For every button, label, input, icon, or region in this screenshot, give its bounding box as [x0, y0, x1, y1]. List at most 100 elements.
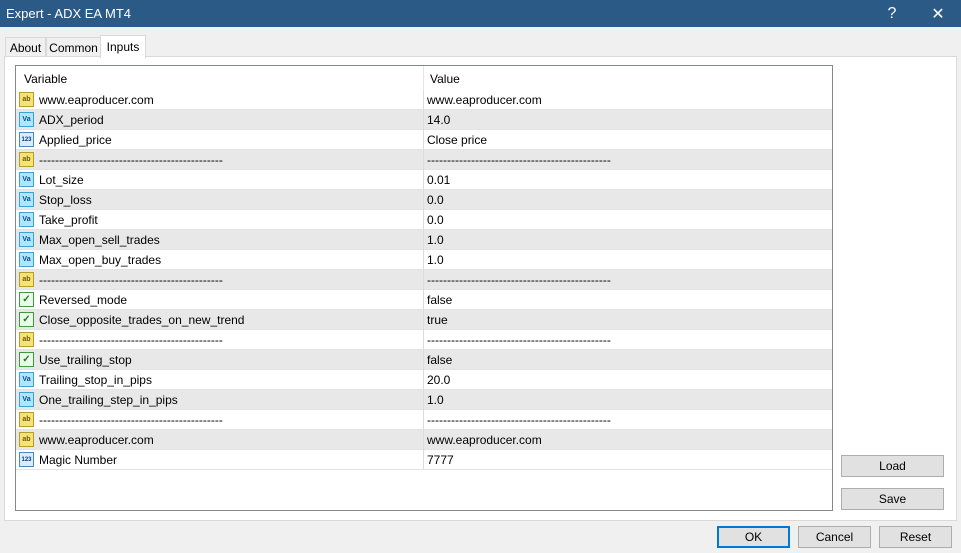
column-divider [423, 230, 424, 250]
value-cell[interactable]: 14.0 [427, 113, 450, 127]
table-row[interactable]: Va Stop_loss 0.0 [16, 190, 832, 210]
variable-cell: Trailing_stop_in_pips [39, 373, 152, 387]
table-row[interactable]: ab --------------------------------------… [16, 410, 832, 430]
string-type-icon: ab [19, 412, 34, 427]
tab-inputs-label: Inputs [106, 40, 140, 54]
cancel-button-label: Cancel [815, 530, 854, 544]
tab-common[interactable]: Common [46, 37, 101, 57]
table-row[interactable]: ab --------------------------------------… [16, 330, 832, 350]
header-value[interactable]: Value [430, 72, 460, 86]
value-cell[interactable]: ----------------------------------------… [427, 333, 611, 347]
reset-button[interactable]: Reset [879, 526, 952, 548]
enum-type-icon: 123 [19, 132, 34, 147]
column-divider [423, 250, 424, 270]
column-divider [423, 450, 424, 470]
table-row[interactable]: 123 Magic Number 7777 [16, 450, 832, 470]
tab-about[interactable]: About [5, 37, 46, 57]
table-row[interactable]: Va Take_profit 0.0 [16, 210, 832, 230]
value-cell[interactable]: ----------------------------------------… [427, 153, 611, 167]
variable-cell: Max_open_sell_trades [39, 233, 160, 247]
ok-button-label: OK [744, 530, 763, 544]
column-divider [423, 390, 424, 410]
table-row[interactable]: Va One_trailing_step_in_pips 1.0 [16, 390, 832, 410]
value-cell[interactable]: 20.0 [427, 373, 450, 387]
value-cell[interactable]: 0.0 [427, 193, 444, 207]
table-header: Variable Value [16, 66, 832, 90]
variable-cell: Lot_size [39, 173, 84, 187]
value-cell[interactable]: 0.0 [427, 213, 444, 227]
table-row[interactable]: 123 Applied_price Close price [16, 130, 832, 150]
help-button[interactable]: ? [872, 0, 912, 27]
enum-type-icon: 123 [19, 452, 34, 467]
variable-cell: ----------------------------------------… [39, 413, 223, 427]
value-cell[interactable]: ----------------------------------------… [427, 273, 611, 287]
inputs-table[interactable]: Variable Value ab www.eaproducer.com www.e… [15, 65, 833, 511]
table-row[interactable]: ✓ Use_trailing_stop false [16, 350, 832, 370]
table-row[interactable]: ab --------------------------------------… [16, 270, 832, 290]
load-button-label: Load [879, 459, 906, 473]
value-cell[interactable]: 0.01 [427, 173, 450, 187]
value-cell[interactable]: true [427, 313, 448, 327]
value-cell[interactable]: 7777 [427, 453, 454, 467]
column-divider [423, 170, 424, 190]
column-divider [423, 290, 424, 310]
column-divider [423, 90, 424, 110]
string-type-icon: ab [19, 432, 34, 447]
table-row[interactable]: Va Max_open_buy_trades 1.0 [16, 250, 832, 270]
table-row[interactable]: ✓ Close_opposite_trades_on_new_trend true [16, 310, 832, 330]
close-button[interactable]: ✕ [918, 0, 958, 27]
cancel-button[interactable]: Cancel [798, 526, 871, 548]
window-title: Expert - ADX EA MT4 [6, 6, 131, 21]
double-type-icon: Va [19, 192, 34, 207]
variable-cell: Stop_loss [39, 193, 92, 207]
double-type-icon: Va [19, 212, 34, 227]
variable-cell: Applied_price [39, 133, 112, 147]
column-divider [423, 190, 424, 210]
variable-cell: www.eaproducer.com [39, 93, 154, 107]
bool-type-icon: ✓ [19, 312, 34, 327]
value-cell[interactable]: false [427, 293, 452, 307]
table-row[interactable]: ab --------------------------------------… [16, 150, 832, 170]
double-type-icon: Va [19, 112, 34, 127]
column-divider [423, 130, 424, 150]
table-row[interactable]: Va Max_open_sell_trades 1.0 [16, 230, 832, 250]
close-icon: ✕ [931, 5, 945, 23]
value-cell[interactable]: ----------------------------------------… [427, 413, 611, 427]
double-type-icon: Va [19, 252, 34, 267]
header-divider [423, 66, 424, 90]
table-row[interactable]: Va Trailing_stop_in_pips 20.0 [16, 370, 832, 390]
tab-inputs[interactable]: Inputs [100, 35, 146, 58]
table-row[interactable]: ✓ Reversed_mode false [16, 290, 832, 310]
table-row[interactable]: Va ADX_period 14.0 [16, 110, 832, 130]
table-row[interactable]: ab www.eaproducer.com www.eaproducer.com [16, 90, 832, 110]
value-cell[interactable]: 1.0 [427, 233, 444, 247]
variable-cell: ----------------------------------------… [39, 153, 223, 167]
header-variable[interactable]: Variable [24, 72, 67, 86]
column-divider [423, 110, 424, 130]
value-cell[interactable]: 1.0 [427, 393, 444, 407]
bool-type-icon: ✓ [19, 292, 34, 307]
value-cell[interactable]: 1.0 [427, 253, 444, 267]
tab-about-label: About [9, 40, 42, 55]
ok-button[interactable]: OK [717, 526, 790, 548]
variable-cell: ----------------------------------------… [39, 273, 223, 287]
table-row[interactable]: Va Lot_size 0.01 [16, 170, 832, 190]
table-row[interactable]: ab www.eaproducer.com www.eaproducer.com [16, 430, 832, 450]
value-cell[interactable]: Close price [427, 133, 487, 147]
value-cell[interactable]: www.eaproducer.com [427, 93, 542, 107]
variable-cell: www.eaproducer.com [39, 433, 154, 447]
save-button[interactable]: Save [841, 488, 944, 510]
row-divider [16, 469, 832, 470]
string-type-icon: ab [19, 332, 34, 347]
variable-cell: Max_open_buy_trades [39, 253, 162, 267]
value-cell[interactable]: www.eaproducer.com [427, 433, 542, 447]
string-type-icon: ab [19, 272, 34, 287]
value-cell[interactable]: false [427, 353, 452, 367]
column-divider [423, 350, 424, 370]
column-divider [423, 430, 424, 450]
variable-cell: Take_profit [39, 213, 98, 227]
column-divider [423, 370, 424, 390]
variable-cell: One_trailing_step_in_pips [39, 393, 178, 407]
load-button[interactable]: Load [841, 455, 944, 477]
column-divider [423, 330, 424, 350]
